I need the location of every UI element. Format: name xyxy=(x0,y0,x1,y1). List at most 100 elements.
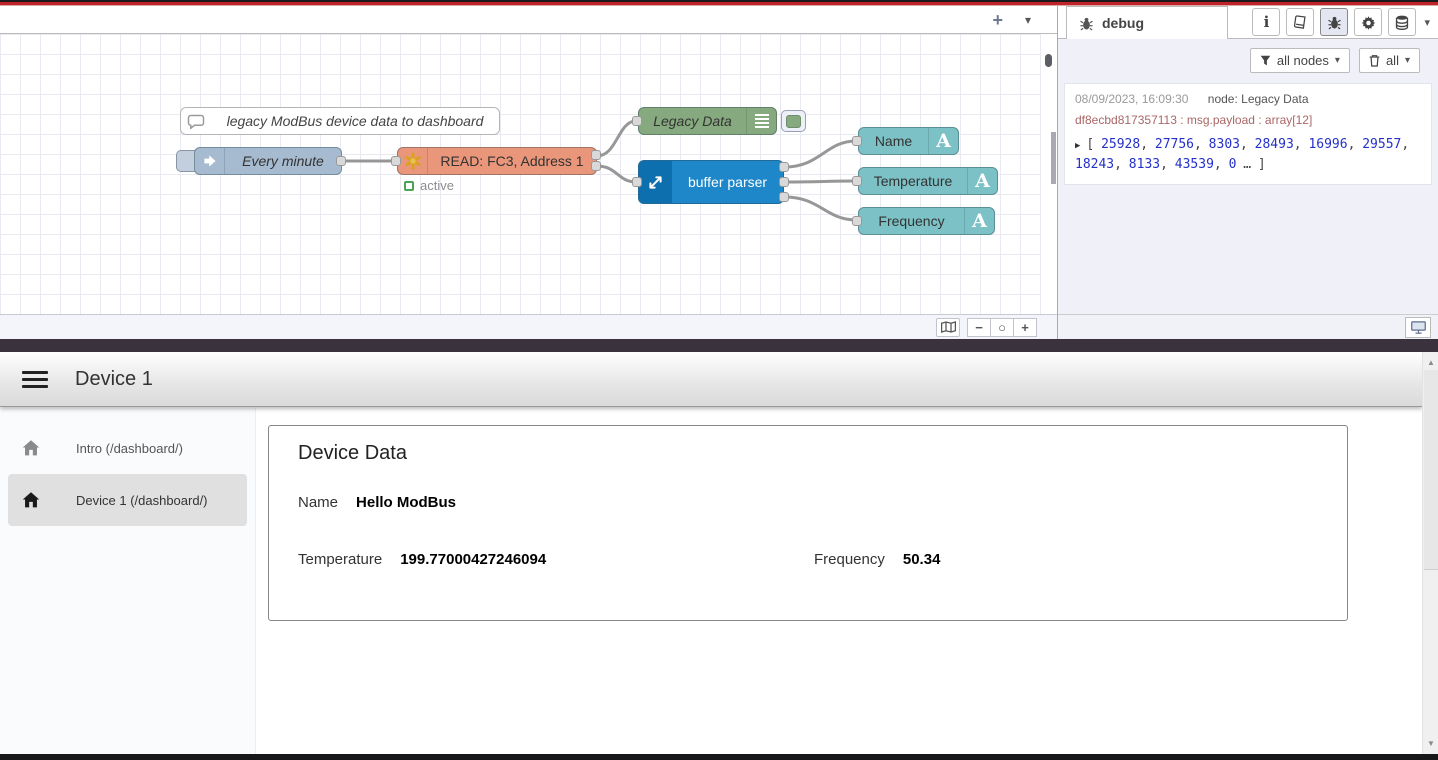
trash-icon xyxy=(1369,54,1380,67)
port-frequency-in[interactable] xyxy=(852,216,862,226)
info-icon: i xyxy=(1264,13,1270,31)
port-modbus-out2[interactable] xyxy=(591,161,601,171)
minimap-button[interactable] xyxy=(936,318,960,337)
nav-item-device1[interactable]: Device 1 (/dashboard/) xyxy=(8,474,247,526)
filter-nodes-label: all nodes xyxy=(1277,53,1329,68)
debug-sidebar: debug i xyxy=(1057,6,1438,339)
caret-down-icon: ▾ xyxy=(1405,55,1410,66)
flow-canvas[interactable]: legacy ModBus device data to dashboard E… xyxy=(0,34,1041,314)
port-name-in[interactable] xyxy=(852,136,862,146)
ui-text-label: Name xyxy=(859,133,928,149)
wire[interactable] xyxy=(597,121,636,156)
dashboard-window: Device 1 Intro (/dashboard/) Device 1 (/… xyxy=(0,352,1438,754)
debug-message[interactable]: 08/09/2023, 16:09:30 node: Legacy Data d… xyxy=(1064,83,1432,185)
monitor-icon xyxy=(1411,321,1426,334)
port-parser-in[interactable] xyxy=(632,177,642,187)
dashboard-header: Device 1 xyxy=(0,352,1422,407)
help-tab-button[interactable] xyxy=(1286,8,1314,36)
canvas-scroll-thumb[interactable] xyxy=(1051,132,1056,184)
wire[interactable] xyxy=(785,141,856,167)
dashboard-nav: Intro (/dashboard/) Device 1 (/dashboard… xyxy=(0,408,256,754)
open-debug-window-button[interactable] xyxy=(1405,317,1431,338)
device-data-card: Device Data Name Hello ModBus Temperatur… xyxy=(268,425,1348,621)
window-divider xyxy=(0,339,1438,352)
text-a-icon: A xyxy=(964,208,994,234)
canvas-scrollbar xyxy=(1041,34,1057,314)
dashboard-scrollbar: ▲ ▼ xyxy=(1422,352,1438,754)
add-flow-button[interactable]: + xyxy=(992,11,1003,29)
bug-icon xyxy=(1327,15,1342,30)
debug-tab-button[interactable] xyxy=(1320,8,1348,36)
field-label: Frequency xyxy=(814,551,885,568)
inject-node[interactable]: Every minute xyxy=(194,147,342,175)
caret-down-icon: ▾ xyxy=(1335,55,1340,66)
ui-text-label: Temperature xyxy=(859,173,967,189)
field-value: Hello ModBus xyxy=(356,494,456,511)
zoom-out-button[interactable]: − xyxy=(967,318,991,337)
zoom-reset-button[interactable]: ○ xyxy=(990,318,1014,337)
ui-text-node-frequency[interactable]: Frequency A xyxy=(858,207,995,235)
modbus-read-node[interactable]: READ: FC3, Address 1 xyxy=(397,147,597,175)
context-tab-button[interactable] xyxy=(1388,8,1416,36)
funnel-icon xyxy=(1260,55,1271,66)
field-label: Name xyxy=(298,494,338,511)
parser-node-label: buffer parser xyxy=(672,174,783,190)
clear-messages-label: all xyxy=(1386,53,1399,68)
port-parser-out3[interactable] xyxy=(779,192,789,202)
debug-node[interactable]: Legacy Data xyxy=(638,107,777,135)
canvas-scroll-dot[interactable] xyxy=(1045,54,1052,67)
status-square-icon xyxy=(404,181,414,191)
screen: + ▾ legacy ModBus device data to dashboa… xyxy=(0,0,1438,760)
info-tab-button[interactable]: i xyxy=(1252,8,1280,36)
text-a-icon: A xyxy=(967,168,997,194)
wire[interactable] xyxy=(785,197,856,220)
port-parser-out2[interactable] xyxy=(779,177,789,187)
sidebar-menu-caret-icon[interactable]: ▾ xyxy=(1424,16,1430,29)
bug-icon xyxy=(1079,16,1094,31)
status-label: active xyxy=(420,178,454,193)
scrollbar-thumb[interactable] xyxy=(1424,370,1438,570)
field-value: 50.34 xyxy=(903,551,941,568)
comment-node[interactable]: legacy ModBus device data to dashboard xyxy=(180,107,500,135)
debug-list-icon xyxy=(746,108,776,134)
parser-resize-icon xyxy=(639,161,672,203)
modbus-node-label: READ: FC3, Address 1 xyxy=(428,153,596,169)
port-debug-in[interactable] xyxy=(632,116,642,126)
sidebar-tabbar: debug i xyxy=(1058,6,1438,39)
filter-nodes-button[interactable]: all nodes ▾ xyxy=(1250,48,1350,73)
scroll-up-icon[interactable]: ▲ xyxy=(1423,358,1438,367)
port-inject-out[interactable] xyxy=(336,156,346,166)
debug-enable-toggle[interactable] xyxy=(781,110,806,132)
port-temperature-in[interactable] xyxy=(852,176,862,186)
debug-filter-row: all nodes ▾ all ▾ xyxy=(1058,39,1438,81)
canvas-footer: − ○ + xyxy=(0,314,1057,339)
workspace-tabbar: + ▾ xyxy=(0,6,1057,34)
card-title: Device Data xyxy=(298,442,407,465)
flow-menu-caret-icon[interactable]: ▾ xyxy=(1025,13,1031,27)
debug-node-label: Legacy Data xyxy=(639,113,746,129)
clear-messages-button[interactable]: all ▾ xyxy=(1359,48,1420,73)
nav-item-intro[interactable]: Intro (/dashboard/) xyxy=(8,422,247,474)
nav-item-label: Device 1 (/dashboard/) xyxy=(76,493,208,508)
comment-bubble-icon xyxy=(181,108,211,134)
tab-debug[interactable]: debug xyxy=(1066,6,1228,39)
wire[interactable] xyxy=(597,166,636,182)
field-temperature: Temperature 199.77000427246094 xyxy=(298,551,546,568)
bottom-border xyxy=(0,754,1438,760)
port-parser-out1[interactable] xyxy=(779,162,789,172)
debug-message-source: node: Legacy Data xyxy=(1208,92,1309,106)
port-modbus-in[interactable] xyxy=(391,156,401,166)
ui-text-node-name[interactable]: Name A xyxy=(858,127,959,155)
zoom-in-button[interactable]: + xyxy=(1013,318,1037,337)
field-frequency: Frequency 50.34 xyxy=(814,551,940,568)
ui-text-node-temperature[interactable]: Temperature A xyxy=(858,167,998,195)
scroll-down-icon[interactable]: ▼ xyxy=(1423,739,1438,748)
port-modbus-out1[interactable] xyxy=(591,150,601,160)
config-tab-button[interactable] xyxy=(1354,8,1382,36)
wire[interactable] xyxy=(785,181,856,182)
debug-payload-value[interactable]: ▶[ 25928, 27756, 8303, 28493, 16996, 295… xyxy=(1075,135,1421,174)
buffer-parser-node[interactable]: buffer parser xyxy=(638,160,784,204)
menu-hamburger-icon[interactable] xyxy=(22,371,48,388)
dashboard-title: Device 1 xyxy=(75,368,153,391)
ui-text-label: Frequency xyxy=(859,213,964,229)
